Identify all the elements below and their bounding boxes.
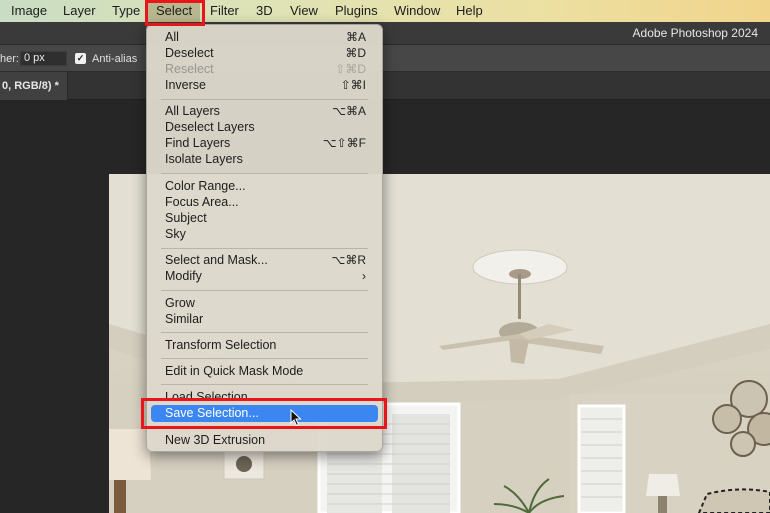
- menu-separator: [161, 290, 368, 291]
- shortcut: ⌘D: [345, 46, 366, 60]
- menu-item-label: Similar: [165, 312, 204, 326]
- menu-item-grow[interactable]: Grow: [151, 295, 378, 311]
- photoshop-window: Image Layer Type Select Filter 3D View P…: [0, 0, 770, 513]
- menu-item-transform-selection[interactable]: Transform Selection: [151, 337, 378, 353]
- menu-item-color-range[interactable]: Color Range...: [151, 178, 378, 194]
- feather-input[interactable]: 0 px: [20, 51, 67, 66]
- menu-item-new-3d-extrusion[interactable]: New 3D Extrusion: [151, 432, 378, 448]
- menu-item-label: Focus Area...: [165, 195, 239, 209]
- menu-item-label: Select and Mask...: [165, 253, 268, 267]
- menu-view[interactable]: View: [290, 0, 318, 22]
- shortcut: ⇧⌘I: [340, 78, 366, 92]
- menu-item-deselect[interactable]: Deselect ⌘D: [151, 45, 378, 61]
- app-title: Adobe Photoshop 2024: [632, 26, 758, 40]
- menu-item-inverse[interactable]: Inverse ⇧⌘I: [151, 77, 378, 93]
- menu-image[interactable]: Image: [11, 0, 47, 22]
- shortcut: ⌥⇧⌘F: [322, 136, 366, 150]
- menu-item-label: Isolate Layers: [165, 152, 243, 166]
- menu-item-label: Sky: [165, 227, 186, 241]
- menu-item-label: All: [165, 30, 179, 44]
- menu-item-label: All Layers: [165, 104, 220, 118]
- menu-item-reselect: Reselect ⇧⌘D: [151, 61, 378, 77]
- menu-item-label: Load Selection...: [165, 390, 259, 404]
- chevron-right-icon: ›: [362, 269, 366, 283]
- menu-item-label: Inverse: [165, 78, 206, 92]
- menu-type[interactable]: Type: [112, 0, 140, 22]
- menu-item-label: Reselect: [165, 62, 214, 76]
- anti-alias-label: Anti-alias: [92, 53, 138, 65]
- menu-item-find-layers[interactable]: Find Layers ⌥⇧⌘F: [151, 135, 378, 151]
- menu-item-label: Modify: [165, 269, 202, 283]
- menu-item-label: New 3D Extrusion: [165, 433, 266, 447]
- menu-separator: [161, 99, 368, 100]
- menu-item-label: Grow: [165, 296, 195, 310]
- menu-item-focus-area[interactable]: Focus Area...: [151, 194, 378, 210]
- menu-separator: [161, 427, 368, 428]
- document-tab[interactable]: 0, RGB/8) *: [0, 72, 68, 100]
- menu-window[interactable]: Window: [394, 0, 440, 22]
- menu-item-sky[interactable]: Sky: [151, 226, 378, 242]
- menu-separator: [161, 248, 368, 249]
- title-bar: Adobe Photoshop 2024: [0, 22, 770, 45]
- shortcut: ⌥⌘A: [332, 104, 366, 118]
- menu-separator: [161, 384, 368, 385]
- menu-select[interactable]: Select: [148, 0, 201, 22]
- menu-item-load-selection[interactable]: Load Selection...: [151, 389, 378, 405]
- menu-item-quick-mask[interactable]: Edit in Quick Mask Mode: [151, 363, 378, 379]
- shortcut: ⌥⌘R: [331, 253, 367, 267]
- select-menu: All ⌘A Deselect ⌘D Reselect ⇧⌘D Inverse …: [146, 24, 383, 452]
- menu-separator: [161, 332, 368, 333]
- document-tab-bar: 0, RGB/8) *: [0, 72, 770, 100]
- feather-label: her:: [0, 53, 19, 65]
- shortcut: ⇧⌘D: [335, 62, 366, 76]
- menu-item-deselect-layers[interactable]: Deselect Layers: [151, 119, 378, 135]
- menu-item-label: Edit in Quick Mask Mode: [165, 364, 304, 378]
- menu-filter[interactable]: Filter: [210, 0, 239, 22]
- shortcut: ⌘A: [345, 30, 366, 44]
- menu-item-label: Transform Selection: [165, 338, 277, 352]
- menu-item-subject[interactable]: Subject: [151, 210, 378, 226]
- canvas-area: [0, 101, 770, 513]
- menu-item-similar[interactable]: Similar: [151, 311, 378, 327]
- menu-item-all[interactable]: All ⌘A: [151, 29, 378, 45]
- anti-alias-checkbox[interactable]: ✓: [75, 53, 86, 64]
- menu-item-label: Save Selection...: [165, 406, 259, 420]
- menu-item-label: Deselect: [165, 46, 214, 60]
- menu-item-isolate-layers[interactable]: Isolate Layers: [151, 151, 378, 167]
- menu-item-select-and-mask[interactable]: Select and Mask... ⌥⌘R: [151, 252, 378, 268]
- menu-item-modify[interactable]: Modify ›: [151, 268, 378, 284]
- menu-3d[interactable]: 3D: [256, 0, 273, 22]
- menu-item-all-layers[interactable]: All Layers ⌥⌘A: [151, 103, 378, 119]
- menu-layer[interactable]: Layer: [63, 0, 96, 22]
- menu-separator: [161, 173, 368, 174]
- menu-item-label: Subject: [165, 211, 207, 225]
- menu-item-label: Deselect Layers: [165, 120, 255, 134]
- menubar: Image Layer Type Select Filter 3D View P…: [0, 0, 770, 22]
- menu-separator: [161, 358, 368, 359]
- menu-plugins[interactable]: Plugins: [335, 0, 378, 22]
- menu-item-label: Find Layers: [165, 136, 231, 150]
- menu-item-save-selection[interactable]: Save Selection...: [151, 405, 378, 422]
- options-bar: her: 0 px ✓ Anti-alias: [0, 45, 770, 72]
- menu-help[interactable]: Help: [456, 0, 483, 22]
- menu-item-label: Color Range...: [165, 179, 246, 193]
- mouse-cursor-icon: [290, 409, 302, 427]
